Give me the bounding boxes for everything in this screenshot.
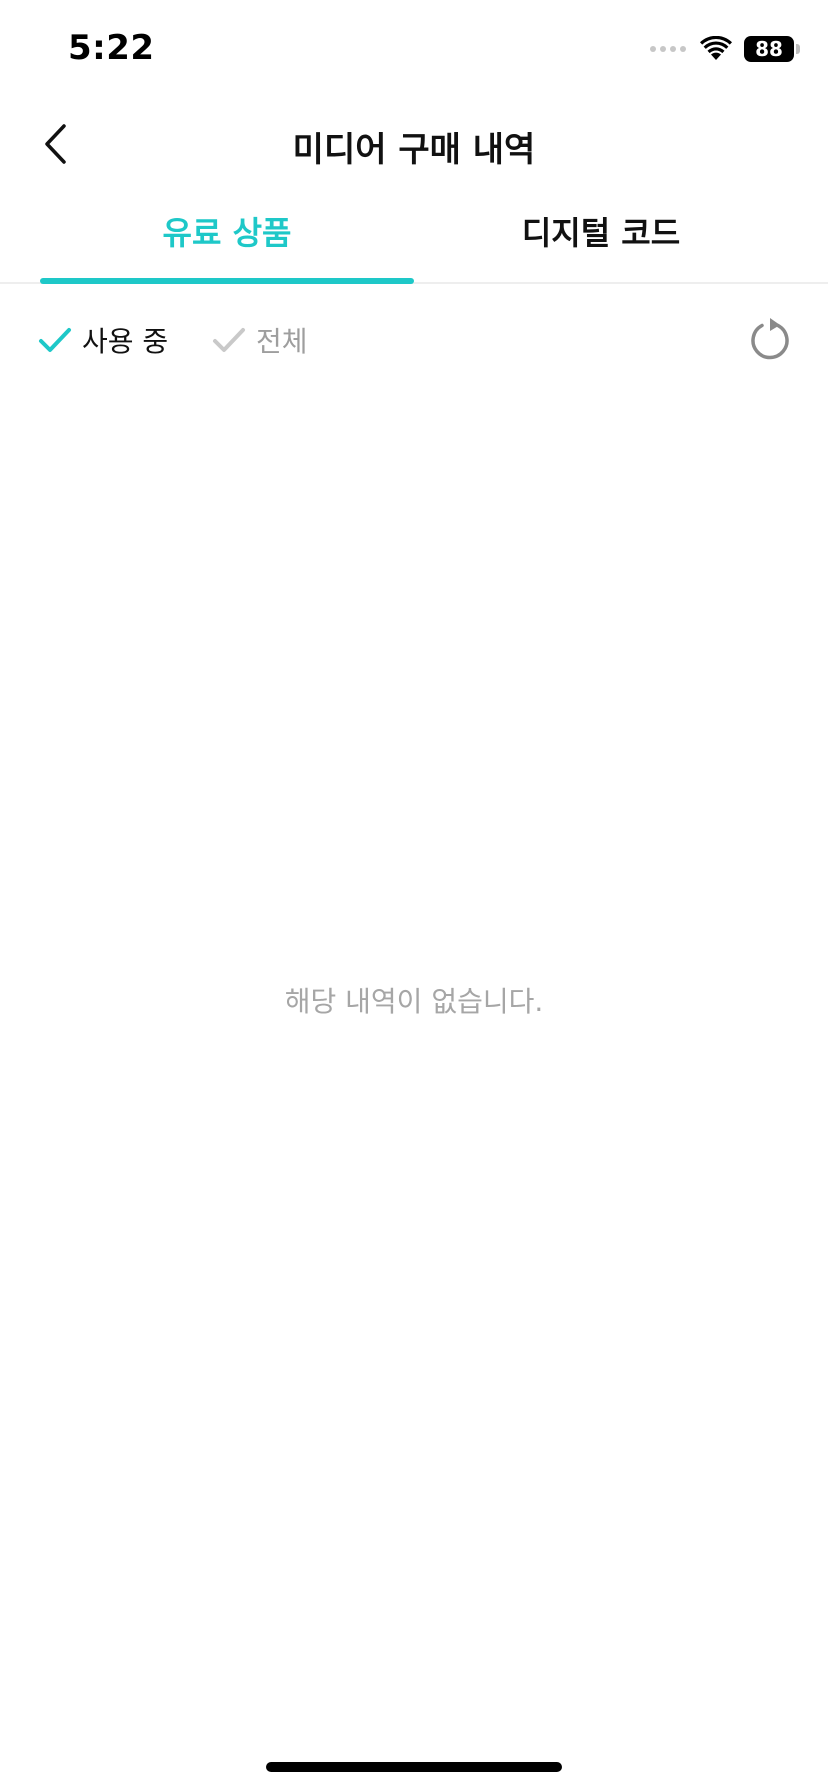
header: 미디어 구매 내역 — [0, 100, 828, 188]
status-bar: 5:22 88 — [0, 0, 828, 100]
tab-digital-code[interactable]: 디지털 코드 — [414, 192, 788, 282]
wifi-icon — [700, 36, 732, 60]
filter-all-label: 전체 — [256, 325, 308, 358]
battery-level: 88 — [755, 37, 783, 61]
screen: 5:22 88 미디어 구매 내역 유료 상품 디지털 코드 사용 중 전체 해… — [0, 0, 828, 1792]
tab-label: 유료 상품 — [162, 214, 292, 252]
check-icon — [213, 328, 245, 352]
filter-in-use[interactable]: 사용 중 — [38, 318, 168, 362]
active-tab-indicator — [40, 278, 414, 284]
filter-row: 사용 중 전체 — [0, 300, 828, 380]
filter-all[interactable]: 전체 — [212, 318, 308, 362]
page-title: 미디어 구매 내역 — [292, 130, 536, 170]
tab-bar: 유료 상품 디지털 코드 — [0, 192, 828, 284]
tab-label: 디지털 코드 — [521, 214, 681, 252]
home-indicator — [266, 1762, 562, 1772]
signal-dots-icon — [650, 46, 686, 52]
battery-icon: 88 — [744, 36, 800, 62]
empty-state-message: 해당 내역이 없습니다. — [284, 985, 544, 1018]
check-icon — [39, 328, 71, 352]
status-time: 5:22 — [68, 28, 155, 68]
refresh-button[interactable] — [742, 312, 798, 368]
refresh-icon — [751, 318, 789, 360]
status-icons: 88 — [650, 34, 800, 64]
filter-in-use-label: 사용 중 — [82, 325, 169, 358]
tab-paid-products[interactable]: 유료 상품 — [40, 192, 414, 282]
